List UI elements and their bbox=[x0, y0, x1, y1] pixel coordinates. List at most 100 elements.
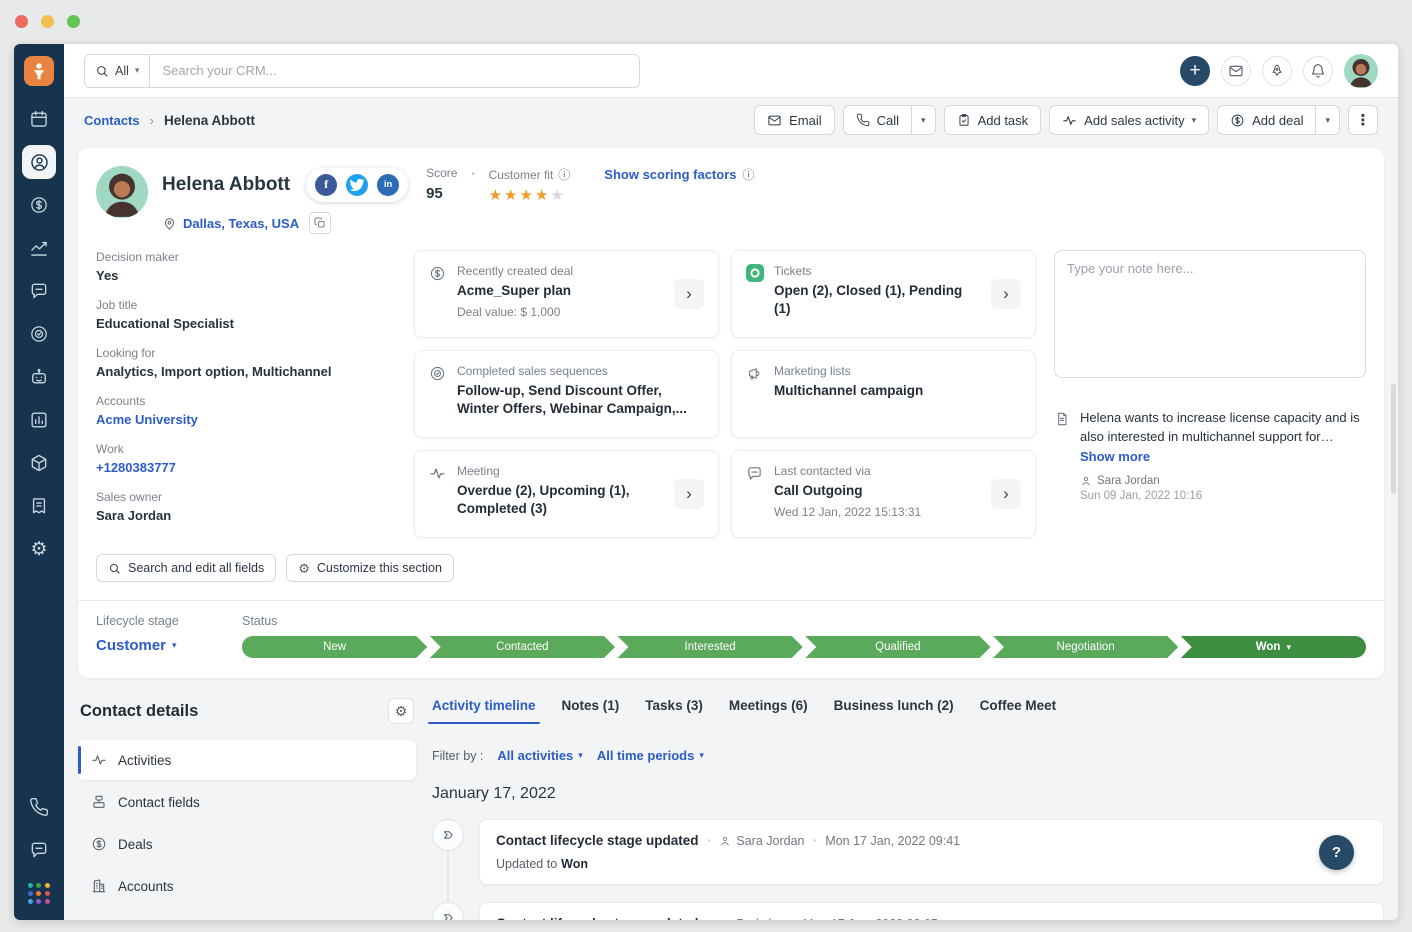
details-item-deals[interactable]: Deals bbox=[78, 824, 416, 864]
tab-coffee-meet[interactable]: Coffee Meet bbox=[980, 698, 1057, 724]
dot-separator: • bbox=[471, 169, 474, 179]
sidebar-item-reports[interactable] bbox=[22, 231, 56, 265]
time-period-filter-dropdown[interactable]: All time periods ▾ bbox=[597, 748, 704, 763]
sidebar-item-conversations[interactable] bbox=[22, 274, 56, 308]
sidebar-item-chat[interactable] bbox=[22, 833, 56, 867]
show-scoring-factors-link[interactable]: Show scoring factors ⓘ bbox=[604, 166, 754, 183]
facebook-icon[interactable]: f bbox=[315, 174, 337, 196]
sidebar-item-products[interactable] bbox=[22, 446, 56, 480]
tab-tasks[interactable]: Tasks (3) bbox=[645, 698, 703, 724]
details-item-tickets[interactable]: Tickets bbox=[78, 908, 416, 920]
deal-dollar-icon bbox=[429, 264, 447, 324]
sidebar-item-bots[interactable] bbox=[22, 360, 56, 394]
scrollbar-thumb[interactable] bbox=[1391, 384, 1396, 494]
more-options-button[interactable]: ⋮ bbox=[1348, 105, 1378, 135]
account-link[interactable]: Acme University bbox=[96, 412, 396, 427]
user-avatar[interactable] bbox=[1344, 54, 1378, 88]
chat-bubble-icon bbox=[746, 464, 764, 524]
stage-negotiation[interactable]: Negotiation bbox=[993, 636, 1178, 658]
details-item-accounts[interactable]: Accounts bbox=[78, 866, 416, 906]
lower-section: Contact details ⚙ Activities Contact fie… bbox=[64, 678, 1398, 920]
apps-launcher-icon[interactable] bbox=[22, 876, 56, 910]
customize-section-button[interactable]: ⚙ Customize this section bbox=[286, 554, 454, 582]
open-tickets-chevron[interactable]: › bbox=[991, 279, 1021, 309]
chevron-down-icon: ▾ bbox=[172, 640, 177, 651]
user-icon bbox=[719, 918, 731, 921]
search-scope-dropdown[interactable]: All ▾ bbox=[85, 55, 150, 87]
close-window-button[interactable] bbox=[15, 15, 28, 28]
whats-new-button[interactable] bbox=[1262, 56, 1292, 86]
note-input[interactable] bbox=[1054, 250, 1366, 378]
open-deal-chevron[interactable]: › bbox=[674, 279, 704, 309]
open-meetings-chevron[interactable]: › bbox=[674, 479, 704, 509]
contact-avatar bbox=[96, 166, 148, 218]
linkedin-icon[interactable]: in bbox=[377, 174, 399, 196]
sidebar-item-settings[interactable]: ⚙ bbox=[22, 532, 56, 566]
details-item-activities[interactable]: Activities bbox=[78, 740, 416, 780]
contact-details-panel: Contact details ⚙ Activities Contact fie… bbox=[78, 694, 416, 920]
open-last-contacted-chevron[interactable]: › bbox=[991, 479, 1021, 509]
add-task-button[interactable]: Add task bbox=[944, 105, 1042, 135]
social-links: f in bbox=[306, 168, 408, 202]
sidebar-item-analytics[interactable] bbox=[22, 403, 56, 437]
email-button[interactable]: Email bbox=[754, 105, 835, 135]
timeline-entry-card[interactable]: Contact lifecycle stage updated • Sara J… bbox=[479, 819, 1384, 885]
entry-author: Sara Jordan bbox=[719, 834, 804, 848]
deal-dollar-icon bbox=[91, 836, 107, 852]
stage-interested[interactable]: Interested bbox=[618, 636, 803, 658]
call-options-dropdown[interactable]: ▾ bbox=[912, 105, 936, 135]
customer-fit-stars: ★ ★ ★ ★ ★ bbox=[489, 188, 571, 203]
stage-qualified[interactable]: Qualified bbox=[805, 636, 990, 658]
stage-contacted[interactable]: Contacted bbox=[430, 636, 615, 658]
info-icon[interactable]: ⓘ bbox=[558, 166, 570, 183]
sidebar-item-deals[interactable] bbox=[22, 188, 56, 222]
stage-new[interactable]: New bbox=[242, 636, 427, 658]
activities-filter-dropdown[interactable]: All activities ▾ bbox=[497, 748, 582, 763]
contact-location-link[interactable]: Dallas, Texas, USA bbox=[183, 216, 299, 231]
user-icon bbox=[719, 835, 731, 847]
minimize-window-button[interactable] bbox=[41, 15, 54, 28]
help-button[interactable]: ? bbox=[1319, 835, 1354, 870]
phone-icon bbox=[856, 113, 870, 127]
email-inbox-button[interactable] bbox=[1221, 56, 1251, 86]
search-input[interactable] bbox=[150, 63, 639, 78]
timeline-entry-card[interactable]: Contact lifecycle stage updated • Preksh… bbox=[479, 902, 1384, 920]
entry-detail: Updated toWon bbox=[496, 857, 1367, 871]
lifecycle-stage-dropdown[interactable]: Customer ▾ bbox=[96, 637, 214, 654]
tab-activity-timeline[interactable]: Activity timeline bbox=[432, 698, 536, 724]
tab-meetings[interactable]: Meetings (6) bbox=[729, 698, 808, 724]
ticket-icon bbox=[746, 264, 764, 282]
tab-notes[interactable]: Notes (1) bbox=[562, 698, 620, 724]
sidebar-item-outreach[interactable] bbox=[22, 317, 56, 351]
details-item-contact-fields[interactable]: Contact fields bbox=[78, 782, 416, 822]
chevron-down-icon: ▾ bbox=[1325, 115, 1330, 126]
sidebar-item-calendar[interactable] bbox=[22, 102, 56, 136]
topbar-actions: + bbox=[1180, 54, 1378, 88]
tab-business-lunch[interactable]: Business lunch (2) bbox=[834, 698, 954, 724]
filter-by-label: Filter by : bbox=[432, 749, 483, 763]
stage-won-dropdown[interactable]: Won ▾ bbox=[1181, 636, 1366, 658]
search-edit-fields-button[interactable]: Search and edit all fields bbox=[96, 554, 276, 582]
copy-icon[interactable] bbox=[309, 212, 331, 234]
sidebar-item-contacts[interactable] bbox=[22, 145, 56, 179]
sidebar-item-phone[interactable] bbox=[22, 790, 56, 824]
quick-add-button[interactable]: + bbox=[1180, 56, 1210, 86]
envelope-icon bbox=[767, 113, 782, 128]
add-sales-activity-dropdown[interactable]: Add sales activity ▾ bbox=[1049, 105, 1209, 135]
sidebar-item-documents[interactable] bbox=[22, 489, 56, 523]
add-deal-button[interactable]: Add deal bbox=[1217, 105, 1316, 135]
add-deal-options-dropdown[interactable]: ▾ bbox=[1316, 105, 1340, 135]
notifications-button[interactable] bbox=[1303, 56, 1333, 86]
notes-panel: Helena wants to increase license capacit… bbox=[1054, 250, 1366, 538]
freshsales-logo-icon[interactable] bbox=[24, 56, 54, 86]
breadcrumb-contacts-link[interactable]: Contacts bbox=[84, 113, 140, 128]
field-sales-owner: Sales owner Sara Jordan bbox=[96, 490, 396, 523]
search-scope-label: All bbox=[115, 64, 129, 78]
work-phone-link[interactable]: +1280383777 bbox=[96, 460, 396, 475]
details-settings-button[interactable]: ⚙ bbox=[388, 698, 414, 724]
call-button[interactable]: Call bbox=[843, 105, 912, 135]
maximize-window-button[interactable] bbox=[67, 15, 80, 28]
twitter-icon[interactable] bbox=[346, 174, 368, 196]
show-more-link[interactable]: Show more bbox=[1080, 449, 1150, 464]
location-pin-icon bbox=[162, 216, 177, 231]
